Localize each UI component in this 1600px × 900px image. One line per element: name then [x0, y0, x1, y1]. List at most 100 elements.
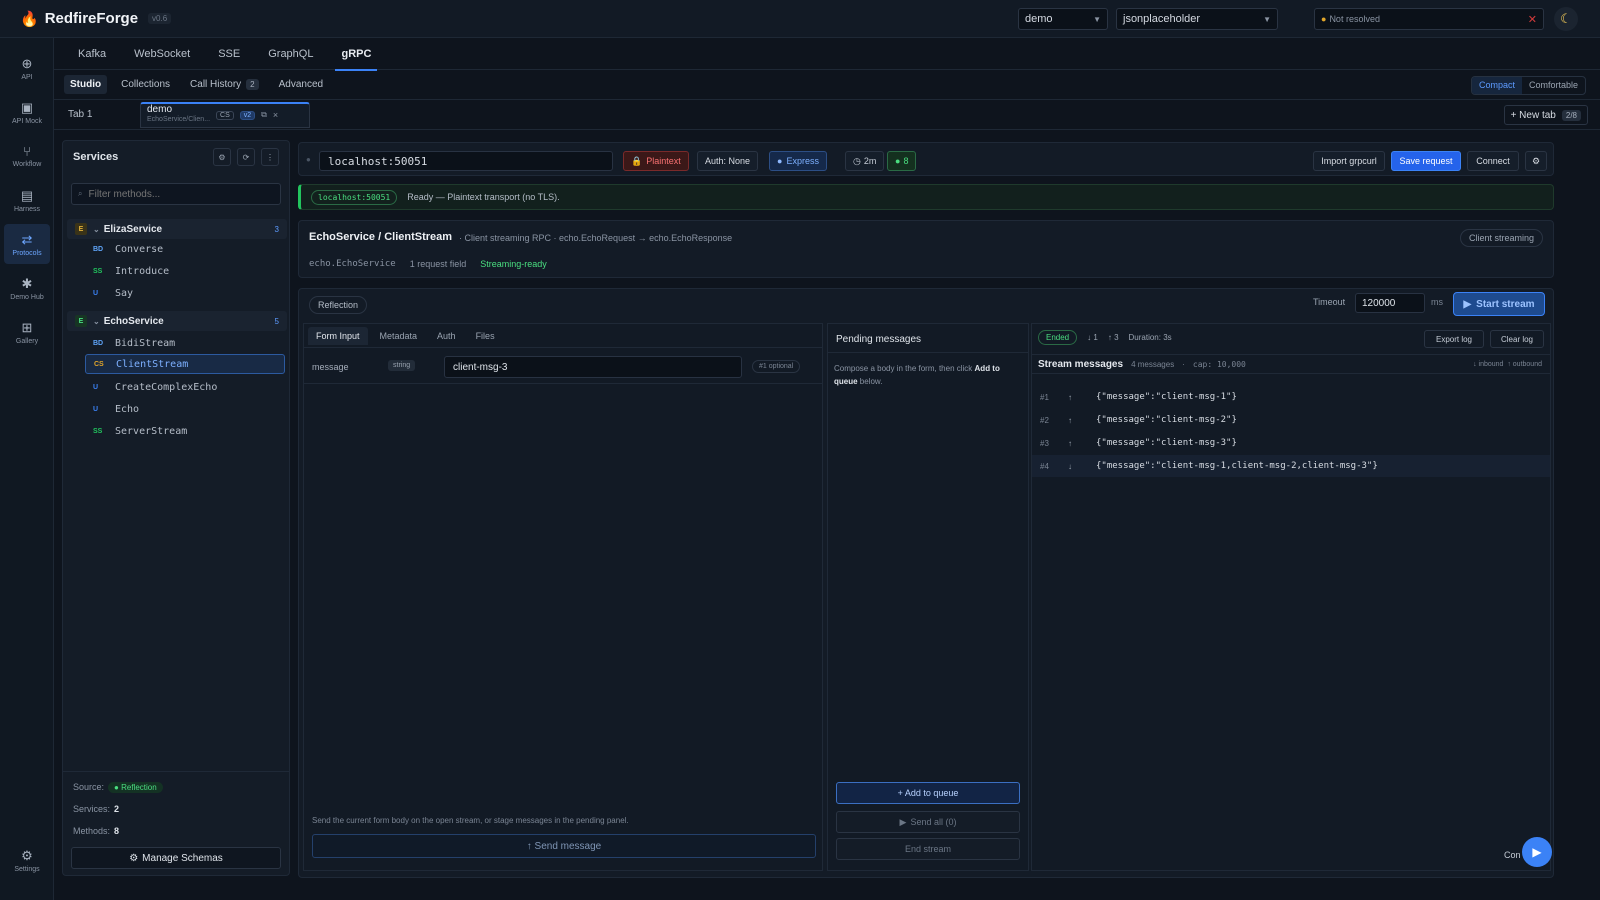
- close-icon[interactable]: ×: [273, 110, 278, 120]
- status-host: localhost:50051: [311, 189, 398, 205]
- import-grpcurl-button[interactable]: Import grpcurl: [1313, 151, 1385, 171]
- message-number: #3: [1040, 438, 1049, 448]
- rail-item-harness[interactable]: ▤ Harness: [4, 180, 50, 220]
- play-icon: ▶: [1463, 298, 1472, 310]
- rail-item-workflow[interactable]: ⑂ Workflow: [4, 136, 50, 176]
- new-tab-button[interactable]: + New tab 2/8: [1503, 105, 1588, 125]
- more-icon[interactable]: ⋮: [261, 148, 279, 166]
- tab-call-history[interactable]: Call History 2: [184, 75, 265, 94]
- transport-badge[interactable]: 🔒 Plaintext: [623, 151, 689, 171]
- app-logo[interactable]: 🔥 RedfireForge v0.6: [20, 10, 172, 28]
- request-tab-1[interactable]: Tab 1: [68, 109, 138, 120]
- services-footer: Source: ● Reflection Services: 2 Methods: 8: [63, 771, 289, 836]
- inbound-count: ↓ 1: [1087, 333, 1098, 342]
- rail-item-protocols[interactable]: ⇄ Protocols: [4, 224, 50, 264]
- method-name: BidiStream: [115, 337, 176, 349]
- density-compact[interactable]: Compact: [1471, 77, 1522, 94]
- settings-icon[interactable]: ⚙: [1525, 151, 1547, 171]
- gear-icon: ⚙: [21, 847, 33, 863]
- workspace-select[interactable]: demo ▼: [1018, 8, 1108, 30]
- stream-message-row[interactable]: #2 ↑ {"message":"client-msg-2"}: [1032, 409, 1550, 431]
- globe-icon: ⊕: [21, 55, 33, 71]
- timeout-input[interactable]: 120000: [1355, 293, 1425, 313]
- method-echo[interactable]: U Echo: [85, 399, 285, 419]
- method-converse[interactable]: BD Converse: [85, 239, 285, 259]
- service-name: ElizaService: [103, 223, 163, 235]
- gear-icon: ⚙: [129, 852, 139, 864]
- service-echo[interactable]: E ⌄ EchoService 5: [67, 311, 287, 331]
- protocol-tabs: Kafka WebSocket SSE GraphQL gRPC: [54, 38, 1600, 71]
- moon-icon[interactable]: ☾: [1554, 7, 1578, 31]
- clear-log-button[interactable]: Clear log: [1490, 330, 1544, 348]
- connection-dot-icon: ●: [306, 155, 311, 164]
- start-stream-button[interactable]: ▶ Start stream: [1453, 292, 1545, 316]
- method-type-tag: U: [93, 289, 99, 297]
- method-clientstream[interactable]: CS ClientStream: [85, 354, 285, 374]
- tab-kafka[interactable]: Kafka: [78, 38, 106, 70]
- connection-status: localhost:50051 Ready — Plaintext transp…: [298, 184, 1554, 210]
- auth-badge[interactable]: Auth: None: [697, 151, 759, 171]
- stream-message-row[interactable]: #4 ↓ {"message":"client-msg-1,client-msg-2…: [1032, 455, 1550, 477]
- end-stream-button[interactable]: End stream: [836, 838, 1020, 860]
- tab-studio[interactable]: Studio: [64, 75, 108, 94]
- tab-sse[interactable]: SSE: [218, 38, 240, 70]
- version-badge: v2: [239, 110, 256, 120]
- method-introduce[interactable]: SS Introduce: [85, 261, 285, 281]
- stream-message-row[interactable]: #3 ↑ {"message":"client-msg-3"}: [1032, 432, 1550, 454]
- method-fields: 1 request field: [409, 259, 467, 269]
- collection-select[interactable]: jsonplaceholder ▼: [1116, 8, 1278, 30]
- density-comfortable[interactable]: Comfortable: [1522, 77, 1585, 94]
- close-icon[interactable]: ✕: [1528, 13, 1537, 26]
- method-say[interactable]: U Say: [85, 283, 285, 303]
- tab-files[interactable]: Files: [468, 327, 503, 345]
- method-bidistream[interactable]: BD BidiStream: [85, 333, 285, 353]
- export-log-button[interactable]: Export log: [1424, 330, 1484, 348]
- environment-status[interactable]: ● Not resolved ✕: [1314, 8, 1544, 30]
- tab-grpc[interactable]: gRPC: [335, 38, 378, 71]
- tab-form-input[interactable]: Form Input: [308, 326, 368, 345]
- tab-auth[interactable]: Auth: [429, 327, 464, 345]
- manage-schemas-button[interactable]: ⚙ Manage Schemas: [71, 847, 281, 869]
- mode-badge[interactable]: ● Express: [769, 151, 827, 171]
- connect-button[interactable]: Connect: [1467, 151, 1519, 171]
- tab-metadata[interactable]: Metadata: [372, 327, 426, 345]
- rail-item-gallery[interactable]: ⊞ Gallery: [4, 312, 50, 352]
- rail-item-api-mock[interactable]: ▣ API Mock: [4, 92, 50, 132]
- pending-panel: Pending messages Compose a body in the f…: [827, 323, 1029, 871]
- rail-item-demo-hub[interactable]: ✱ Demo Hub: [4, 268, 50, 308]
- send-all-button[interactable]: ▶ Send all (0): [836, 811, 1020, 833]
- stream-messages-header: Stream messages 4 messages · cap: 10,000…: [1032, 354, 1550, 374]
- rail-item-api[interactable]: ⊕ API: [4, 48, 50, 88]
- form-tabs: Form Input Metadata Auth Files: [304, 324, 822, 348]
- stream-message-row[interactable]: #1 ↑ {"message":"client-msg-1"}: [1032, 386, 1550, 408]
- new-tab-label: + New tab: [1510, 109, 1556, 121]
- harness-icon: ▤: [20, 187, 34, 203]
- method-type-tag: CS: [94, 360, 104, 368]
- message-number: #2: [1040, 415, 1049, 425]
- tab-websocket[interactable]: WebSocket: [134, 38, 190, 70]
- add-to-queue-button[interactable]: + Add to queue: [836, 782, 1020, 804]
- settings-icon[interactable]: ⚙: [213, 148, 231, 166]
- filter-methods-input[interactable]: [88, 188, 269, 200]
- play-icon[interactable]: ▶: [1522, 837, 1552, 867]
- rail-item-settings[interactable]: ⚙ Settings: [4, 840, 50, 880]
- save-request-button[interactable]: Save request: [1391, 151, 1461, 171]
- tab-label: Call History: [190, 79, 242, 90]
- status-dot-icon: ●: [895, 156, 901, 166]
- duplicate-icon[interactable]: ⧉: [261, 110, 267, 120]
- send-message-button[interactable]: ↑ Send message: [312, 834, 816, 858]
- message-input[interactable]: client-msg-3: [444, 356, 742, 378]
- request-tab-title: demo EchoService/Clien...: [147, 105, 210, 125]
- method-serverstream[interactable]: SS ServerStream: [85, 421, 285, 441]
- direction-icon: ↑: [1068, 438, 1072, 448]
- tab-advanced[interactable]: Advanced: [273, 75, 329, 94]
- method-createcomplexecho[interactable]: U CreateComplexEcho: [85, 377, 285, 397]
- host-input[interactable]: localhost:50051: [319, 151, 613, 171]
- request-tab-demo[interactable]: demo EchoService/Clien... CS v2 ⧉ ×: [140, 101, 310, 128]
- tab-graphql[interactable]: GraphQL: [268, 38, 313, 70]
- refresh-icon[interactable]: ⟳: [237, 148, 255, 166]
- service-icon: E: [75, 223, 87, 235]
- tab-collections[interactable]: Collections: [115, 75, 176, 94]
- service-eliza[interactable]: E ⌄ ElizaService 3: [67, 219, 287, 239]
- field-row-message: message string client-msg-3 #1 optional: [304, 350, 822, 384]
